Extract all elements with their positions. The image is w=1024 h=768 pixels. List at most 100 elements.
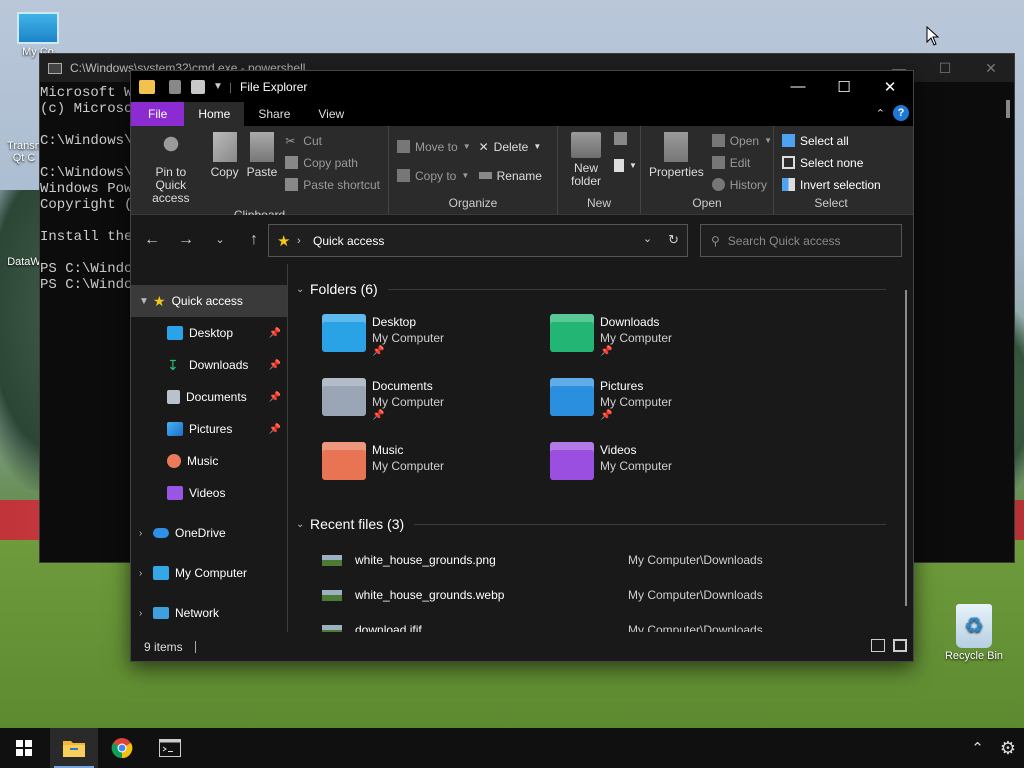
start-button[interactable] — [0, 728, 48, 768]
customize-quick-access-icon[interactable]: ▼ — [213, 81, 223, 92]
forward-arrow-icon[interactable]: → — [169, 225, 203, 255]
invert-selection-button[interactable]: Invert selection — [778, 175, 885, 194]
properties-button[interactable]: Properties — [645, 129, 708, 196]
sidebar-item-videos[interactable]: Videos — [131, 477, 287, 509]
copy-path-button[interactable]: Copy path — [281, 153, 384, 172]
refresh-icon[interactable]: ↻ — [668, 232, 679, 248]
open-button[interactable]: Open ▼ — [708, 131, 776, 150]
up-arrow-icon[interactable]: ↑ — [237, 225, 271, 255]
chrome-icon — [111, 738, 133, 759]
tab-file[interactable]: File — [131, 102, 185, 126]
explorer-titlebar[interactable]: ▼ | File Explorer — ☐ ✕ — [131, 71, 913, 102]
sidebar-item-network[interactable]: › Network — [131, 597, 287, 629]
recent-file-row[interactable]: white_house_grounds.png My Computer\Downl… — [322, 549, 882, 571]
show-hidden-icons-chevron-icon[interactable]: ⌃ — [971, 739, 984, 757]
select-all-icon — [782, 134, 795, 147]
content-pane[interactable]: ⌄ Folders (6) Desktop My Computer 📌 Downloa… — [288, 264, 913, 637]
taskbar-chrome[interactable] — [98, 728, 146, 768]
pin-icon: 📌 — [268, 391, 281, 403]
history-button[interactable]: History — [708, 175, 776, 194]
section-title: Recent files (3) — [310, 516, 405, 532]
address-bar[interactable]: ★ › Quick access ⌄ ↻ — [268, 224, 688, 257]
sidebar-item-onedrive[interactable]: › OneDrive — [131, 517, 287, 549]
easy-access-button[interactable]: ▼ — [610, 156, 641, 175]
edit-button[interactable]: Edit — [708, 153, 776, 172]
image-thumbnail-icon — [322, 554, 342, 566]
select-none-button[interactable]: Select none — [778, 153, 885, 172]
pin-to-quick-access-button[interactable]: Pin to Quick access — [135, 129, 207, 208]
tab-share[interactable]: Share — [244, 102, 304, 126]
vertical-scrollbar[interactable] — [905, 290, 907, 606]
folder-tile-music[interactable]: Music My Computer — [322, 442, 542, 480]
recent-files-section-header[interactable]: ⌄ Recent files (3) — [296, 516, 886, 532]
new-folder-button[interactable]: New folder — [562, 129, 610, 196]
folder-tile-pictures[interactable]: Pictures My Computer 📌 — [550, 378, 770, 422]
sidebar-item-desktop[interactable]: Desktop 📌 — [131, 317, 287, 349]
select-all-button[interactable]: Select all — [778, 131, 885, 150]
sidebar-item-my-computer[interactable]: › My Computer — [131, 557, 287, 589]
new-folder-icon[interactable] — [191, 79, 205, 94]
chevron-down-icon[interactable]: ⌄ — [296, 519, 310, 530]
breadcrumb-quick-access[interactable]: Quick access — [313, 234, 384, 248]
taskbar-terminal[interactable] — [146, 728, 194, 768]
desktop-icon-recycle-bin[interactable]: ♻ Recycle Bin — [942, 604, 1006, 662]
close-icon[interactable]: ✕ — [968, 54, 1014, 82]
large-icons-view-icon[interactable] — [893, 639, 907, 652]
tab-view[interactable]: View — [304, 102, 358, 126]
desktop-icon-my-computer[interactable]: My Co — [6, 12, 70, 58]
chevron-down-icon: ▼ — [461, 171, 470, 180]
chevron-right-icon[interactable]: › — [139, 568, 153, 579]
rename-button[interactable]: Rename — [475, 166, 546, 185]
back-arrow-icon[interactable]: ← — [135, 225, 169, 255]
paste-shortcut-button[interactable]: Paste shortcut — [281, 175, 384, 194]
copy-button[interactable]: Copy — [207, 129, 243, 208]
folder-tile-documents[interactable]: Documents My Computer 📌 — [322, 378, 542, 422]
folder-location: My Computer — [372, 395, 445, 409]
address-dropdown-icon[interactable]: ⌄ — [643, 232, 652, 248]
maximize-button[interactable]: ☐ — [821, 71, 867, 102]
folder-tile-videos[interactable]: Videos My Computer — [550, 442, 770, 480]
paste-button[interactable]: Paste — [243, 129, 282, 208]
search-box[interactable]: ⚲ — [700, 224, 902, 257]
monitor-icon — [153, 566, 169, 580]
delete-button[interactable]: ✕ Delete ▼ — [475, 137, 546, 156]
sidebar-item-pictures[interactable]: Pictures 📌 — [131, 413, 287, 445]
settings-gear-icon[interactable]: ⚙ — [1000, 738, 1016, 759]
breadcrumb-chevron-icon[interactable]: › — [297, 235, 301, 247]
new-item-button[interactable] — [610, 129, 641, 148]
file-explorer-window[interactable]: ▼ | File Explorer — ☐ ✕ File Home Share … — [130, 70, 914, 662]
recent-locations-chevron-icon[interactable]: ⌄ — [203, 225, 237, 255]
copy-to-button[interactable]: Copy to ▼ — [393, 166, 475, 185]
folders-section-header[interactable]: ⌄ Folders (6) — [296, 281, 886, 297]
collapse-ribbon-icon[interactable]: ⌃ — [876, 107, 885, 120]
sidebar-item-documents[interactable]: Documents 📌 — [131, 381, 287, 413]
maximize-icon[interactable]: ☐ — [922, 54, 968, 82]
ribbon-tabs: File Home Share View ⌃ ? — [131, 102, 913, 126]
sidebar-item-quick-access[interactable]: ▼ ★ Quick access — [131, 285, 287, 317]
taskbar-file-explorer[interactable] — [50, 728, 98, 768]
button-label: Delete — [493, 139, 529, 154]
chevron-down-icon[interactable]: ▼ — [139, 296, 153, 307]
close-button[interactable]: ✕ — [867, 71, 913, 102]
details-view-icon[interactable] — [871, 639, 885, 652]
chevron-right-icon[interactable]: › — [139, 528, 153, 539]
select-group: Select all Select none Invert selection … — [774, 126, 888, 214]
minimize-button[interactable]: — — [775, 71, 821, 102]
cut-button[interactable]: ✂ Cut — [281, 131, 384, 150]
search-input[interactable] — [727, 233, 888, 248]
recent-file-row[interactable]: white_house_grounds.webp My Computer\Down… — [322, 584, 882, 606]
tab-home[interactable]: Home — [184, 102, 245, 126]
terminal-scrollbar[interactable] — [1006, 100, 1010, 118]
folder-tile-downloads[interactable]: Downloads My Computer 📌 — [550, 314, 770, 358]
section-divider — [387, 288, 886, 290]
music-icon — [167, 454, 181, 468]
folder-tile-desktop[interactable]: Desktop My Computer 📌 — [322, 314, 542, 358]
help-icon[interactable]: ? — [893, 105, 909, 121]
properties-icon[interactable] — [169, 79, 181, 94]
chevron-right-icon[interactable]: › — [139, 608, 153, 619]
button-label: Open — [729, 133, 760, 148]
sidebar-item-music[interactable]: Music — [131, 445, 287, 477]
move-to-button[interactable]: Move to ▼ — [393, 137, 475, 156]
chevron-down-icon[interactable]: ⌄ — [296, 284, 310, 295]
sidebar-item-downloads[interactable]: ↧ Downloads 📌 — [131, 349, 287, 381]
